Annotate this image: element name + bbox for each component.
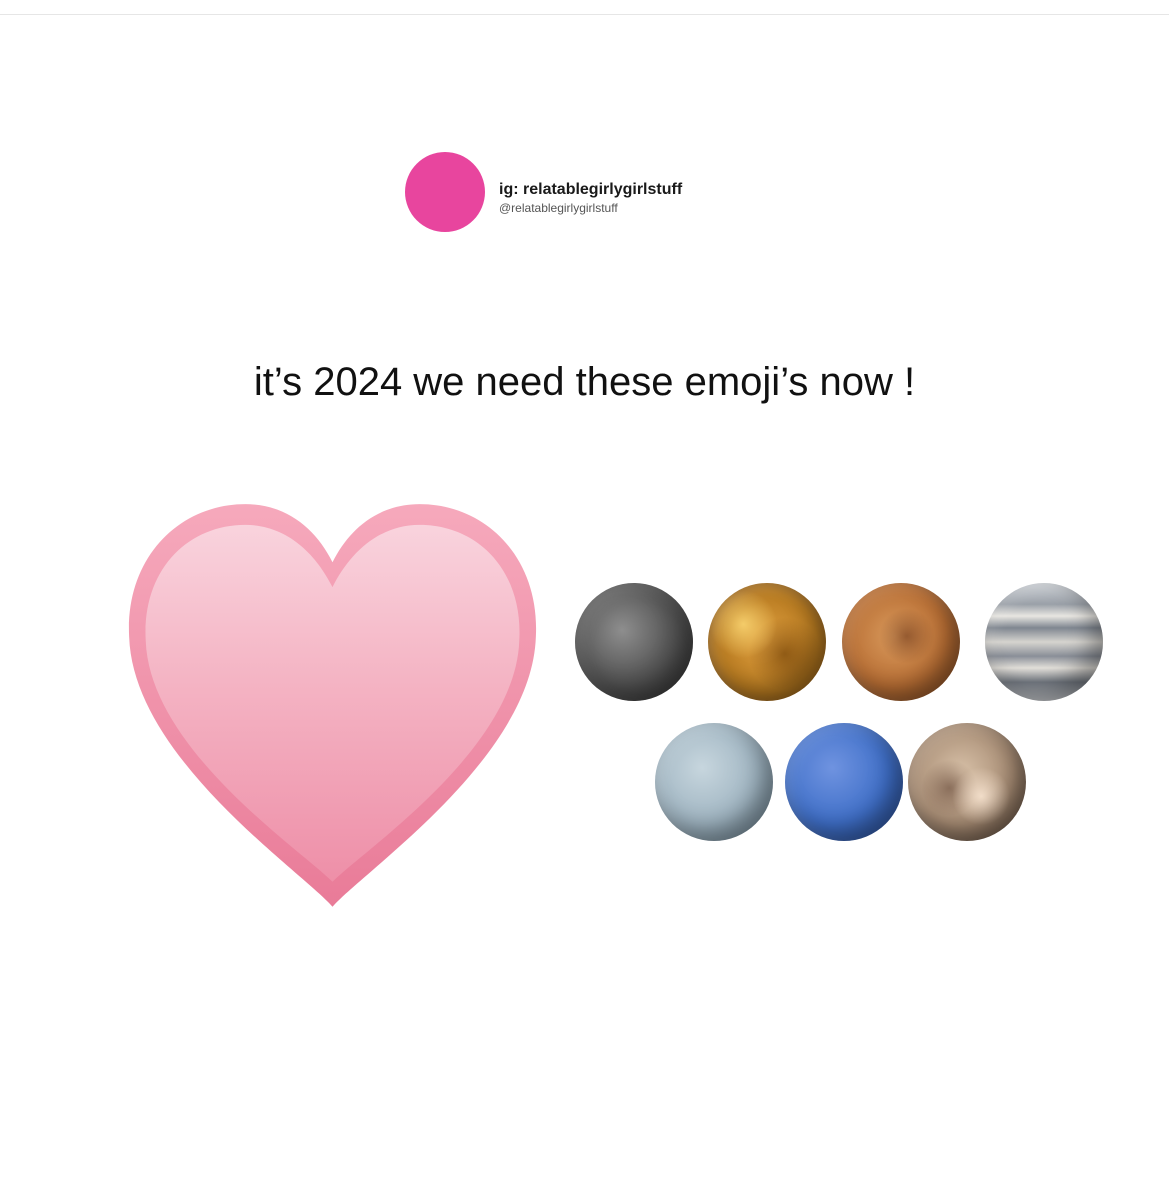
- post-headline: it’s 2024 we need these emoji’s now !: [253, 360, 916, 404]
- pink-heart-icon: [128, 504, 537, 907]
- pluto-icon: [908, 723, 1026, 841]
- avatar[interactable]: [405, 152, 485, 232]
- neptune-icon: [785, 723, 903, 841]
- jupiter-icon: [985, 583, 1103, 701]
- mercury-icon: [575, 583, 693, 701]
- venus-icon: [708, 583, 826, 701]
- top-divider: [0, 14, 1169, 15]
- handle-username: @relatablegirlygirlstuff: [499, 201, 618, 215]
- handle-name[interactable]: ig: relatablegirlygirlstuff: [499, 180, 682, 200]
- account-handle: ig: relatablegirlygirlstuff @relatablegi…: [499, 180, 682, 216]
- uranus-icon: [655, 723, 773, 841]
- mars-icon: [842, 583, 960, 701]
